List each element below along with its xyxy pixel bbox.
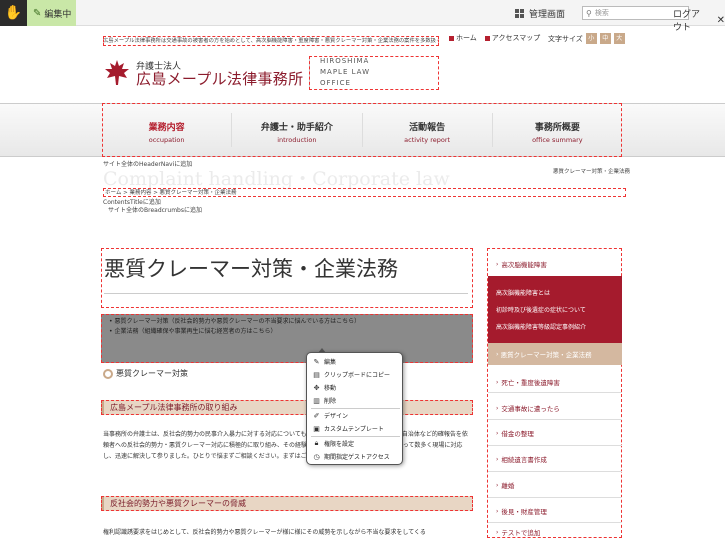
clock-lock-icon: ◷ [313,452,320,461]
menu-item-design[interactable]: ✐ デザイン [312,411,348,421]
menu-item-permissions[interactable]: 🔒︎ 権限を設定 [312,439,354,448]
brand-name[interactable]: 広島メープル法律事務所 [136,68,303,89]
chevron-right-icon: › [496,429,499,437]
close-icon[interactable]: ✕ [717,15,725,26]
menu-item-move[interactable]: ✥ 移動 [312,383,336,393]
sidebar-item[interactable]: › 死亡・重度後遺障害 [488,374,622,390]
contents-title-japanese: 悪質クレーマー対策・企業法務 [553,169,631,175]
sidebar-item[interactable]: › 借金の整理 [488,425,622,441]
global-nav: 業務内容 occupation 弁護士・助手紹介 introduction 活動報告… [102,103,622,157]
chevron-right-icon: › [496,378,499,386]
bullet-icon [449,35,454,41]
bullet-icon [484,35,490,41]
menu-item-delete[interactable]: ▥ 削除 [312,396,336,406]
paragraph: 当事務所の弁護士は、反社会的勢力の民事介入暴力に対する対応についても研鑽を積み、… [103,431,468,460]
sidebar-subitem[interactable]: 初診時及び後遺症の症状について [496,305,586,314]
font-size-control: 文字サイズ 小 中 大 [548,33,625,44]
admin-label: 管理画面 [529,10,566,20]
logout-link[interactable]: ログアウト ✕ [673,7,725,33]
breadcrumb[interactable]: ホーム > 業務内容 > 悪質クレーマー対策・企業法務 [103,188,626,197]
design-icon: ✐ [313,411,320,420]
admin-link[interactable]: 管理画面 [515,7,565,20]
brand-english: HIROSHIMA MAPLE LAW OFFICE [309,56,439,90]
top-links: ホーム アクセスマップ [449,33,540,43]
pencil-icon: ✎ [313,357,320,366]
cms-logo-icon[interactable]: ✋ [0,0,27,26]
lock-icon: 🔒︎ [314,439,319,447]
sidebar-item[interactable]: › 離婚 [488,477,622,493]
header-tagline[interactable]: 広島メープル法律事務所は交通事故の被害者の方を始めとして、高次脳機能障害・重度障… [103,36,439,46]
clipboard-icon: ▤ [313,370,320,379]
sidebar-item[interactable]: › 後見・財産管理 [488,503,622,519]
sidebar-item[interactable]: › 高次脳機能障害 [488,256,622,272]
contents-title-english: Complaint handling・Corporate law [103,168,450,190]
brand-en-line: HIROSHIMA [320,57,370,65]
edit-mode-button[interactable]: ✎ 編集中 [27,0,76,26]
logout-label: ログアウト [673,10,701,33]
home-link[interactable]: ホーム [449,33,477,43]
sidebar-item[interactable]: › 交通事故に遭ったら [488,400,622,416]
grid-icon [515,9,524,18]
sidebar-item-current[interactable]: › 悪質クレーマー対策・企業法務 [488,343,622,365]
nav-item-occupation[interactable]: 業務内容 occupation [102,103,231,157]
move-icon: ✥ [313,383,320,392]
context-menu: ✎ 編集 ▤ クリップボードにコピー ✥ 移動 ▥ 削除 ✐ デザイン ▣ カスタムテンプレ… [306,352,403,465]
nav-item-activity-report[interactable]: 活動報告 activity report [363,103,492,157]
sidebar-item[interactable]: › テストで追加 [488,526,622,538]
sidebar-subitem[interactable]: 高次脳機能障害とは [496,288,550,297]
brand-en-line: OFFICE [320,79,351,87]
sidebar-subitem[interactable]: 高次脳機能障害等級認定事例紹介 [496,322,586,331]
search-placeholder: 検索 [594,9,609,17]
section-banner[interactable]: 広島メープル法律事務所の取り組み [101,400,473,415]
paragraph: 権利認識誘要求をはじめとして、反社会的勢力や悪質クレーマーが様に様にその威勢を示… [103,529,426,536]
maple-leaf-logo-icon [105,60,129,85]
font-size-small-button[interactable]: 小 [585,33,597,44]
menu-item-edit[interactable]: ✎ 編集 [312,357,336,367]
chevron-right-icon: › [496,481,499,489]
list-item[interactable]: 企業法務（組織確保や事業再生に悩む経営者の方はこちら） [109,327,473,337]
divider [104,293,468,294]
page-title: 悪質クレーマー対策・企業法務 [104,257,398,281]
search-icon: ⚲ [586,8,592,18]
font-size-medium-button[interactable]: 中 [599,33,611,44]
access-map-link[interactable]: アクセスマップ [484,33,540,43]
chevron-right-icon: › [496,260,499,268]
font-size-label: 文字サイズ [548,34,583,43]
section-heading: 悪質クレーマー対策 [103,368,188,379]
menu-item-copy-clipboard[interactable]: ▤ クリップボードにコピー [312,370,390,380]
menu-item-custom-template[interactable]: ▣ カスタムテンプレート [312,424,384,434]
breadcrumb-note[interactable]: サイト全体のBreadcrumbsに追加 [108,205,202,214]
edit-mode-label: 編集中 [44,9,72,20]
sidebar-item[interactable]: › 相続遺言書作成 [488,451,622,467]
circle-icon [103,368,113,379]
list-item[interactable]: 悪質クレーマー対策（反社会的勢力や悪質クレーマーの不当要求に悩んでいる方はこちら… [109,317,473,327]
sidebar-submenu: 高次脳機能障害とは 初診時及び後遺症の症状について 高次脳機能障害等級認定事例紹… [488,276,622,343]
chevron-right-icon: › [496,455,499,463]
chevron-right-icon: › [496,507,499,515]
font-size-large-button[interactable]: 大 [613,33,625,44]
nav-item-introduction[interactable]: 弁護士・助手紹介 introduction [232,103,361,157]
nav-item-office-summary[interactable]: 事務所概要 office summary [493,103,622,157]
brand-en-line: MAPLE LAW [320,68,370,76]
selected-link-list[interactable]: 悪質クレーマー対策（反社会的勢力や悪質クレーマーの不当要求に悩んでいる方はこちら… [101,314,473,363]
template-icon: ▣ [313,424,320,433]
chevron-right-icon: › [496,404,499,412]
trash-icon: ▥ [313,396,320,405]
chevron-right-icon: › [496,528,499,536]
pencil-icon: ✎ [33,7,42,19]
menu-item-guest-access[interactable]: ◷ 期間指定ゲストアクセス [312,452,389,462]
section-banner[interactable]: 反社会的勢力や悪質クレーマーの脅威 [101,496,473,511]
